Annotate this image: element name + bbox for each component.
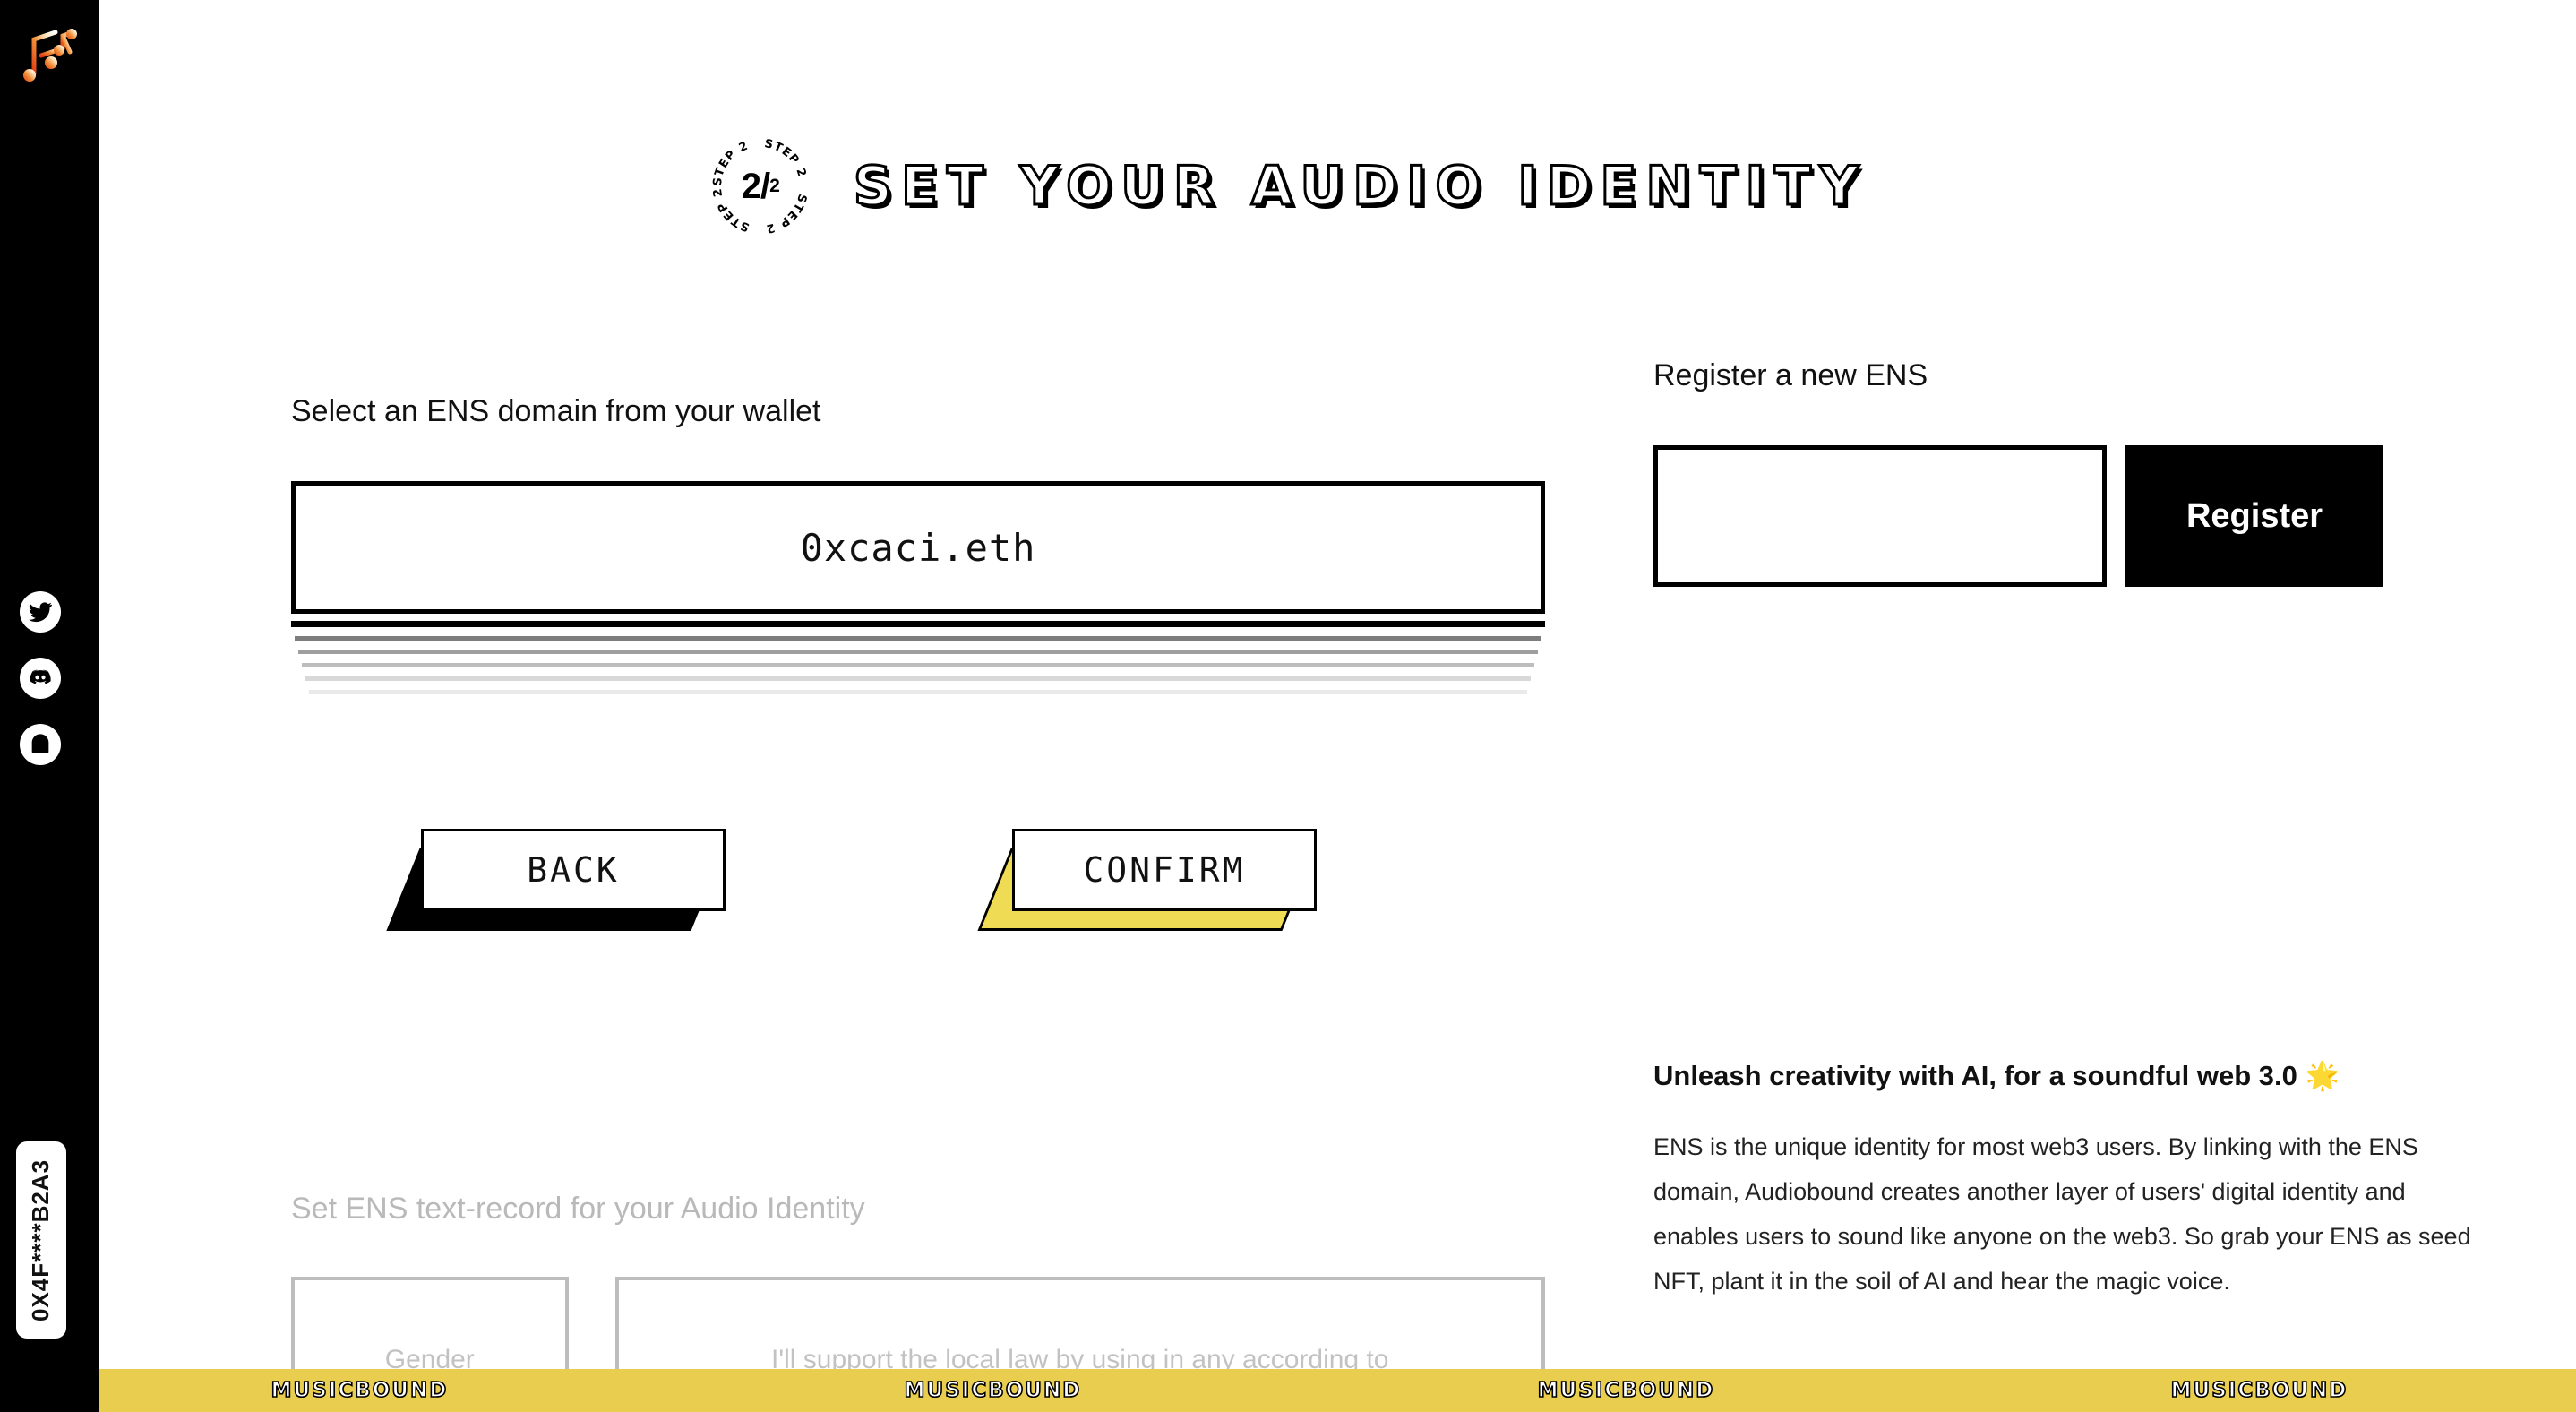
action-buttons: BACK CONFIRM	[386, 829, 1585, 945]
promo-panel: Unleash creativity with AI, for a soundf…	[1653, 1057, 2477, 1304]
register-form: Register	[1653, 445, 2513, 587]
ens-select-group: 0xcaci.eth	[291, 481, 1545, 694]
social-links	[20, 591, 79, 790]
app-root: 0X4F****B2A3 STEP 2 STEP 2 STEP 2 STEP 2…	[0, 0, 2576, 1412]
step-total: 2	[769, 176, 780, 196]
text-record-value-field[interactable]: I'll support the local law by using in a…	[614, 1277, 1545, 1384]
confirm-button-face: CONFIRM	[1012, 829, 1317, 911]
promo-title: Unleash creativity with AI, for a soundf…	[1653, 1060, 2340, 1091]
ens-option-row[interactable]	[295, 627, 1541, 641]
register-button[interactable]: Register	[2125, 445, 2383, 587]
ens-option-row[interactable]	[291, 614, 1545, 627]
promo-body: ENS is the unique identity for most web3…	[1653, 1132, 2471, 1295]
ens-option-row[interactable]	[309, 681, 1527, 694]
ens-selection-panel: Select an ENS domain from your wallet 0x…	[291, 394, 1545, 694]
ens-selected-value: 0xcaci.eth	[800, 525, 1036, 570]
left-sidebar: 0X4F****B2A3	[0, 0, 99, 1412]
text-record-label: Set ENS text-record for your Audio Ident…	[291, 1192, 865, 1226]
step-current: 2	[741, 166, 761, 206]
ens-text-record-panel: Set ENS text-record for your Audio Ident…	[291, 1192, 1545, 1384]
mirror-icon[interactable]	[20, 724, 61, 765]
back-button[interactable]: BACK	[386, 829, 726, 931]
register-panel: Register a new ENS Register	[1653, 358, 2513, 587]
ens-domain-select[interactable]: 0xcaci.eth	[291, 481, 1545, 614]
step-badge: STEP 2 STEP 2 STEP 2 STEP 2 STEP 2 2 / 2	[708, 134, 812, 238]
wallet-address-badge[interactable]: 0X4F****B2A3	[16, 1141, 66, 1339]
discord-icon[interactable]	[20, 658, 61, 699]
page-header: STEP 2 STEP 2 STEP 2 STEP 2 STEP 2 2 / 2…	[0, 134, 2576, 238]
ens-select-label: Select an ENS domain from your wallet	[291, 394, 821, 428]
music-note-logo-icon[interactable]	[14, 16, 86, 91]
twitter-icon[interactable]	[20, 591, 61, 633]
page-title: SET YOUR AUDIO IDENTITY	[852, 154, 1868, 220]
marquee-item: MUSICBOUND	[2170, 1378, 2348, 1403]
back-button-face: BACK	[421, 829, 726, 911]
step-counter: 2 / 2	[708, 134, 812, 238]
bottom-marquee: MUSICBOUND MUSICBOUND MUSICBOUND MUSICBOUND	[43, 1369, 2576, 1412]
marquee-item: MUSICBOUND	[1537, 1378, 1715, 1403]
back-button-label: BACK	[527, 850, 620, 890]
marquee-item: MUSICBOUND	[904, 1378, 1082, 1403]
ens-option-row[interactable]	[302, 654, 1534, 667]
step-slash: /	[760, 166, 770, 206]
confirm-button[interactable]: CONFIRM	[977, 829, 1317, 931]
ens-option-stack[interactable]	[291, 614, 1545, 694]
text-record-key-field[interactable]: Gender	[291, 1277, 569, 1384]
text-record-fields: Gender I'll support the local law by usi…	[291, 1277, 1545, 1384]
ens-option-row[interactable]	[305, 667, 1531, 681]
ens-name-input[interactable]	[1653, 445, 2107, 587]
marquee-item: MUSICBOUND	[270, 1378, 449, 1403]
confirm-button-label: CONFIRM	[1083, 850, 1246, 890]
register-heading: Register a new ENS	[1653, 358, 1928, 392]
wallet-address-text: 0X4F****B2A3	[27, 1158, 55, 1322]
ens-option-row[interactable]	[298, 641, 1538, 654]
